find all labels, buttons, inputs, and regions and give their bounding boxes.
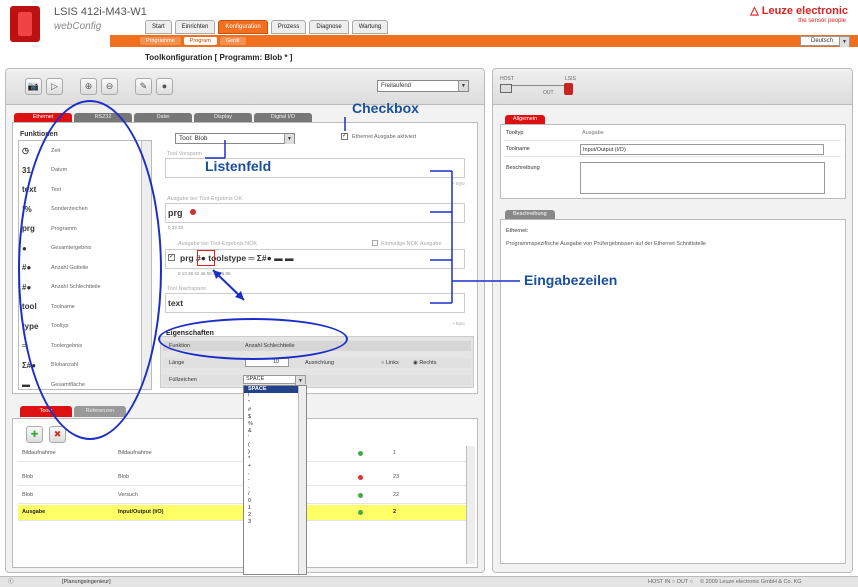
annotation-lines <box>205 117 520 304</box>
